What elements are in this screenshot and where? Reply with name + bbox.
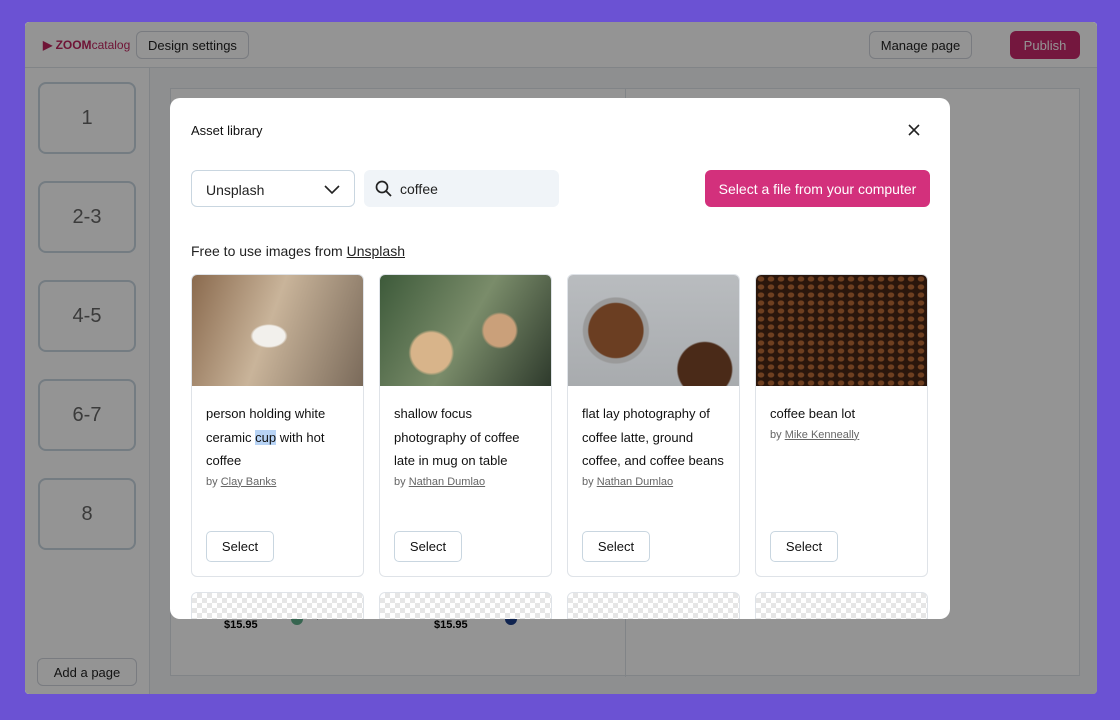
- image-card: shallow focus photography of coffee late…: [379, 274, 552, 577]
- image-thumbnail[interactable]: [756, 275, 927, 386]
- image-title: person holding white ceramic cup with ho…: [192, 386, 363, 473]
- attribution-text: Free to use images from: [191, 243, 347, 259]
- image-thumbnail[interactable]: [380, 275, 551, 386]
- selected-text: cup: [255, 429, 277, 445]
- image-title: shallow focus photography of coffee late…: [394, 406, 520, 468]
- select-button[interactable]: Select: [394, 531, 462, 562]
- by-label: by: [582, 475, 597, 488]
- image-thumbnail[interactable]: [192, 275, 363, 386]
- chevron-down-icon: [324, 185, 340, 195]
- search-input[interactable]: [400, 170, 550, 207]
- search-icon: [375, 180, 392, 197]
- unsplash-link[interactable]: Unsplash: [347, 243, 405, 259]
- by-label: by: [770, 428, 785, 441]
- image-title: coffee bean lot: [770, 406, 856, 421]
- upload-file-button[interactable]: Select a file from your computer: [705, 170, 930, 207]
- image-thumbnail[interactable]: [568, 275, 739, 386]
- image-author: by Mike Kenneally: [756, 429, 927, 441]
- by-label: by: [394, 475, 409, 488]
- source-dropdown[interactable]: Unsplash: [191, 170, 355, 207]
- author-link[interactable]: Mike Kenneally: [785, 429, 860, 441]
- author-link[interactable]: Nathan Dumlao: [409, 476, 485, 488]
- modal-title: Asset library: [191, 123, 263, 138]
- image-author: by Nathan Dumlao: [568, 476, 739, 488]
- image-author: by Nathan Dumlao: [380, 476, 551, 488]
- asset-library-modal: Asset library Unsplash Select a file fro…: [170, 98, 950, 619]
- image-placeholder: [567, 592, 740, 619]
- image-card: person holding white ceramic cup with ho…: [191, 274, 364, 577]
- select-button[interactable]: Select: [582, 531, 650, 562]
- image-placeholder: [191, 592, 364, 619]
- image-card: coffee bean lot by Mike Kenneally Select: [755, 274, 928, 577]
- image-card: flat lay photography of coffee latte, gr…: [567, 274, 740, 577]
- author-link[interactable]: Nathan Dumlao: [597, 476, 673, 488]
- image-placeholder: [755, 592, 928, 619]
- search-box: [364, 170, 559, 207]
- by-label: by: [206, 475, 221, 488]
- image-placeholder: [379, 592, 552, 619]
- author-link[interactable]: Clay Banks: [221, 476, 277, 488]
- image-title: flat lay photography of coffee latte, gr…: [582, 406, 724, 468]
- close-icon[interactable]: [906, 122, 922, 138]
- unsplash-attribution: Free to use images from Unsplash: [191, 243, 405, 259]
- select-button[interactable]: Select: [206, 531, 274, 562]
- source-value: Unsplash: [206, 182, 265, 198]
- image-author: by Clay Banks: [192, 476, 363, 488]
- select-button[interactable]: Select: [770, 531, 838, 562]
